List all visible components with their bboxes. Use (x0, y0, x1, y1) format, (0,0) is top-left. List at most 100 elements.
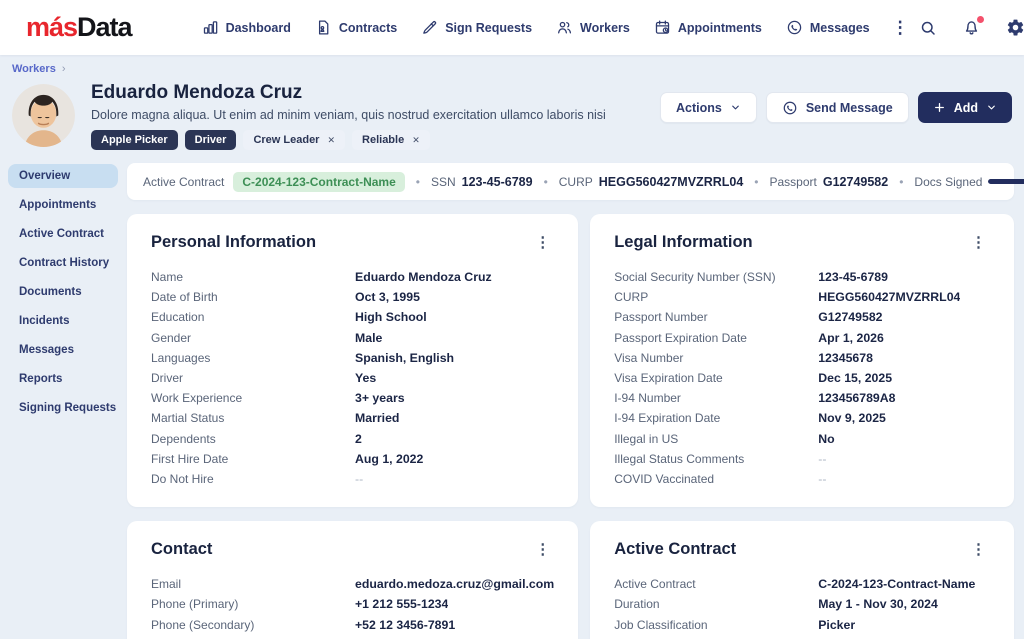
sidebar-item-reports[interactable]: Reports (8, 367, 118, 391)
nav-item-label: Contracts (339, 21, 397, 35)
nav-overflow-menu-icon[interactable]: ⋮ (882, 14, 919, 42)
field-value: C-2024-123-Contract-Name (818, 577, 975, 591)
main-content: Active Contract C-2024-123-Contract-Name… (127, 163, 1014, 639)
contracts-icon (315, 19, 332, 36)
card-title: Personal Information (151, 233, 316, 252)
dot-separator: • (414, 175, 422, 189)
nav-item-workers[interactable]: Workers (544, 11, 642, 44)
field-row-languages: LanguagesSpanish, English (151, 348, 554, 368)
primary-nav: Dashboard Contracts Sign RequestsWorkersAp… (190, 11, 882, 44)
active-contract-label: Active Contract (143, 175, 224, 189)
field-value: -- (818, 472, 826, 486)
nav-item-contracts[interactable]: Contracts (303, 11, 409, 44)
field-value: -- (355, 472, 363, 486)
sidebar-item-messages[interactable]: Messages (8, 338, 118, 362)
field-label: Do Not Hire (151, 472, 355, 486)
sidebar-item-contract-history[interactable]: Contract History (8, 251, 118, 275)
field-value: May 1 - Nov 30, 2024 (818, 597, 938, 611)
brand-logo[interactable]: másData (26, 12, 132, 43)
appointments-icon (654, 19, 671, 36)
field-value: HEGG560427MVZRRL04 (818, 290, 960, 304)
summary-field-value: G12749582 (823, 175, 888, 189)
summary-field-curp: CURPHEGG560427MVZRRL04 (559, 175, 744, 189)
worker-tag-driver[interactable]: Driver (185, 130, 237, 150)
card-menu-kebab-icon[interactable]: ⋮ (967, 542, 990, 557)
remove-tag-icon[interactable]: ✕ (327, 135, 335, 146)
card-title: Legal Information (614, 233, 752, 252)
sidebar-item-signing-requests[interactable]: Signing Requests (8, 396, 118, 420)
worker-sidebar: Overview Appointments Active Contract Contr… (8, 163, 118, 639)
settings-gear-icon[interactable] (1006, 18, 1024, 37)
nav-item-sign-requests[interactable]: Sign Requests (409, 11, 544, 44)
field-value: +52 12 3456-7891 (355, 618, 455, 632)
field-value: High School (355, 310, 427, 324)
field-label: Email (151, 577, 355, 591)
worker-tags: Apple Picker Driver Crew Leader✕ Reliable✕ (91, 130, 606, 150)
summary-field-label: SSN (431, 175, 456, 189)
field-row-facebook: Facebookeduardo.mendoza.cruz97 (151, 635, 554, 639)
app-window: másData DashboardContractsSign RequestsW… (0, 0, 1024, 639)
card-menu-kebab-icon[interactable]: ⋮ (967, 235, 990, 250)
actions-button[interactable]: Actions (660, 92, 757, 123)
field-value: Eduardo Mendoza Cruz (355, 270, 492, 284)
nav-item-appointments[interactable]: Appointments (642, 11, 774, 44)
field-value: 3+ years (355, 391, 405, 405)
breadcrumb-workers-link[interactable]: Workers (12, 63, 56, 75)
add-button[interactable]: Add (918, 92, 1012, 123)
send-message-button[interactable]: Send Message (766, 92, 909, 123)
field-row-duration: DurationMay 1 - Nov 30, 2024 (614, 594, 990, 614)
field-label: Active Contract (614, 577, 818, 591)
field-label: Visa Expiration Date (614, 371, 818, 385)
field-row-social-security-number-ssn: Social Security Number (SSN)123-45-6789 (614, 267, 990, 287)
field-value: Dec 15, 2025 (818, 371, 892, 385)
sidebar-item-active-contract[interactable]: Active Contract (8, 222, 118, 246)
field-row-gender: GenderMale (151, 328, 554, 348)
field-label: Passport Number (614, 310, 818, 324)
chevron-down-icon (986, 102, 997, 113)
worker-avatar[interactable] (12, 84, 75, 147)
search-icon[interactable] (919, 19, 937, 37)
dot-separator: • (542, 175, 550, 189)
field-value: Spanish, English (355, 351, 454, 365)
field-value: 12345678 (818, 351, 873, 365)
field-label: Driver (151, 371, 355, 385)
field-row-driver: DriverYes (151, 368, 554, 388)
breadcrumb: Workers › (0, 55, 1024, 75)
field-value: 123-45-6789 (818, 270, 888, 284)
summary-field-passport: PassportG12749582 (770, 175, 889, 189)
sidebar-item-overview[interactable]: Overview (8, 164, 118, 188)
notification-dot (976, 15, 985, 24)
worker-tag-reliable[interactable]: Reliable✕ (352, 130, 430, 150)
field-label: Social Security Number (SSN) (614, 270, 818, 284)
remove-tag-icon[interactable]: ✕ (412, 135, 420, 146)
field-row-visa-expiration-date: Visa Expiration DateDec 15, 2025 (614, 368, 990, 388)
field-row-visa-number: Visa Number12345678 (614, 348, 990, 368)
field-value: +1 212 555-1234 (355, 597, 448, 611)
field-value: 123456789A8 (818, 391, 895, 405)
field-row-salary: Salary$ 15 / Hour (614, 635, 990, 639)
card-menu-kebab-icon[interactable]: ⋮ (531, 235, 554, 250)
profile-info: Eduardo Mendoza Cruz Dolore magna aliqua… (91, 82, 606, 150)
nav-item-dashboard[interactable]: Dashboard (190, 11, 303, 44)
worker-tag-crew-leader[interactable]: Crew Leader✕ (243, 130, 345, 150)
field-row-job-classification: Job ClassificationPicker (614, 614, 990, 634)
card-menu-kebab-icon[interactable]: ⋮ (531, 542, 554, 557)
notifications-bell-icon[interactable] (962, 18, 981, 37)
field-value: Apr 1, 2026 (818, 331, 884, 345)
send-message-button-label: Send Message (806, 101, 893, 115)
card-active-contract: Active Contract⋮Active ContractC-2024-12… (590, 521, 1014, 639)
contract-summary-bar: Active Contract C-2024-123-Contract-Name… (127, 163, 1014, 200)
sidebar-item-incidents[interactable]: Incidents (8, 309, 118, 333)
field-row-phone-primary: Phone (Primary)+1 212 555-1234 (151, 594, 554, 614)
sign-requests-icon (421, 19, 438, 36)
add-button-label: Add (954, 101, 978, 115)
nav-item-messages[interactable]: Messages (774, 11, 882, 44)
active-contract-pill[interactable]: C-2024-123-Contract-Name (233, 172, 404, 192)
sidebar-item-documents[interactable]: Documents (8, 280, 118, 304)
sidebar-item-appointments[interactable]: Appointments (8, 193, 118, 217)
field-label: Education (151, 310, 355, 324)
docs-signed-progress-fill (988, 179, 1024, 184)
worker-tag-apple-picker[interactable]: Apple Picker (91, 130, 178, 150)
field-label: I-94 Number (614, 391, 818, 405)
field-label: CURP (614, 290, 818, 304)
